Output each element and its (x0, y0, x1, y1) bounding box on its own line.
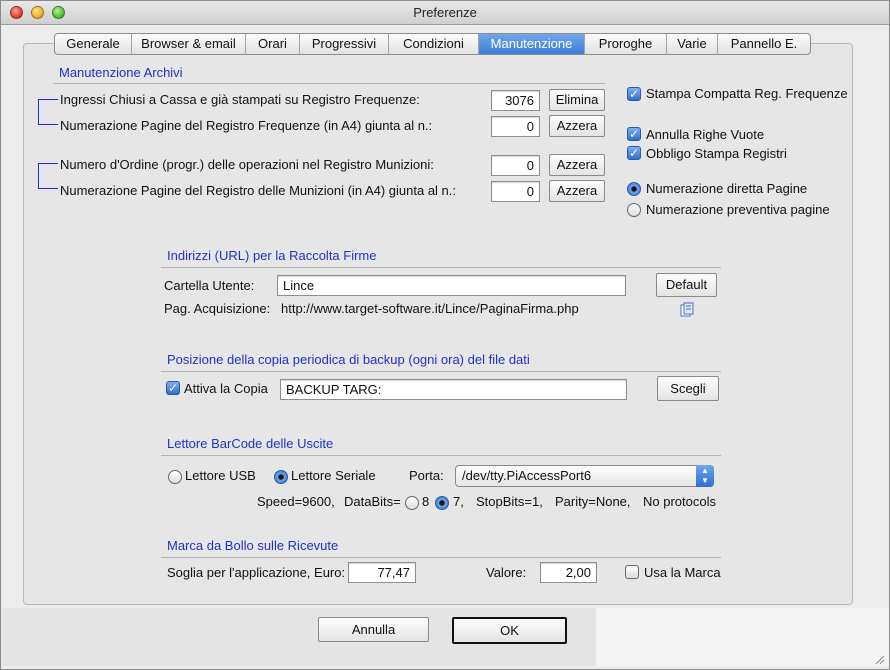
cancel-empty-rows-checkbox[interactable]: ✓ (627, 127, 641, 141)
title-bar: Preferenze (1, 1, 889, 25)
signatures-divider (161, 267, 721, 268)
frequency-pages-field[interactable]: 0 (491, 116, 540, 137)
use-stamp-checkbox[interactable] (625, 565, 639, 579)
tab-bar: Generale Browser & email Orari Progressi… (54, 33, 811, 55)
usb-reader-label: Lettore USB (185, 468, 256, 483)
tab-proroghe[interactable]: Proroghe (585, 34, 667, 54)
port-select[interactable]: /dev/tty.PiAccessPort6 ▲ ▼ (455, 465, 714, 487)
port-select-value: /dev/tty.PiAccessPort6 (462, 468, 592, 483)
reset-frequency-pages-button[interactable]: Azzera (549, 115, 605, 137)
databits-8-radio[interactable] (405, 496, 419, 510)
ammo-order-field[interactable]: 0 (491, 155, 540, 176)
parity-text: Parity=None, (555, 494, 631, 509)
databits-7-label: 7, (453, 494, 464, 509)
reset-ammo-pages-button[interactable]: Azzera (549, 180, 605, 202)
tab-generale[interactable]: Generale (55, 34, 132, 54)
tab-manutenzione[interactable]: Manutenzione (479, 34, 585, 54)
cancel-button[interactable]: Annulla (318, 617, 429, 642)
acquisition-label: Pag. Acquisizione: (164, 301, 271, 316)
closed-entries-label: Ingressi Chiusi a Cassa e già stampati s… (60, 92, 420, 107)
use-stamp-label: Usa la Marca (644, 565, 721, 580)
cancel-empty-rows-label: Annulla Righe Vuote (646, 127, 765, 142)
backup-path-field[interactable]: BACKUP TARG: (280, 379, 627, 400)
stamp-section-title: Marca da Bollo sulle Ricevute (167, 538, 339, 553)
preventive-numbering-label: Numerazione preventiva pagine (646, 202, 830, 217)
stamp-value-field[interactable]: 2,00 (540, 562, 597, 583)
maintenance-divider (53, 83, 605, 84)
tab-varie[interactable]: Varie (667, 34, 718, 54)
threshold-label: Soglia per l'applicazione, Euro: (167, 565, 346, 580)
user-folder-field[interactable]: Lince (277, 275, 626, 296)
backup-section-title: Posizione della copia periodica di backu… (167, 352, 530, 367)
footer-right-area (596, 608, 889, 666)
databits-7-radio[interactable] (435, 496, 449, 510)
speed-text: Speed=9600, (257, 494, 335, 509)
compact-print-label: Stampa Compatta Reg. Frequenze (646, 86, 848, 101)
barcode-section-title: Lettore BarCode delle Uscite (167, 436, 334, 451)
databits-label: DataBits= (344, 494, 401, 509)
delete-closed-entries-button[interactable]: Elimina (549, 89, 605, 111)
signatures-section-title: Indirizzi (URL) per la Raccolta Firme (167, 248, 377, 263)
direct-numbering-radio[interactable] (627, 182, 641, 196)
user-folder-label: Cartella Utente: (164, 278, 255, 293)
chevron-updown-icon: ▲ ▼ (696, 465, 714, 487)
frequency-pages-label: Numerazione Pagine del Registro Frequenz… (60, 118, 433, 133)
reset-ammo-order-button[interactable]: Azzera (549, 154, 605, 176)
preferences-window: Preferenze Generale Browser & email Orar… (0, 0, 890, 670)
mandatory-print-label: Obbligo Stampa Registri (646, 146, 787, 161)
frequency-register-bracket (38, 99, 58, 125)
copy-icon[interactable] (680, 302, 694, 317)
ammo-order-label: Numero d'Ordine (progr.) delle operazion… (60, 157, 434, 172)
stamp-value-label: Valore: (486, 565, 527, 580)
stamp-divider (161, 557, 721, 558)
ammo-pages-field[interactable]: 0 (491, 181, 540, 202)
tab-condizioni[interactable]: Condizioni (389, 34, 479, 54)
threshold-field[interactable]: 77,47 (348, 562, 416, 583)
mandatory-print-checkbox[interactable]: ✓ (627, 146, 641, 160)
barcode-divider (161, 455, 721, 456)
serial-reader-label: Lettore Seriale (291, 468, 376, 483)
stopbits-text: StopBits=1, (476, 494, 543, 509)
tab-pannello-e[interactable]: Pannello E. (718, 34, 810, 54)
resize-grip-icon[interactable] (873, 653, 885, 665)
default-button[interactable]: Default (656, 273, 717, 297)
tab-progressivi[interactable]: Progressivi (300, 34, 389, 54)
tab-orari[interactable]: Orari (246, 34, 300, 54)
maintenance-section-title: Manutenzione Archivi (59, 65, 183, 80)
choose-backup-button[interactable]: Scegli (657, 376, 719, 401)
backup-divider (161, 371, 721, 372)
direct-numbering-label: Numerazione diretta Pagine (646, 181, 808, 196)
ok-button[interactable]: OK (452, 617, 567, 644)
ammo-register-bracket (38, 163, 58, 189)
preventive-numbering-radio[interactable] (627, 203, 641, 217)
serial-reader-radio[interactable] (274, 470, 288, 484)
port-label: Porta: (409, 468, 444, 483)
tab-browser-email[interactable]: Browser & email (132, 34, 246, 54)
window-title: Preferenze (413, 5, 477, 20)
closed-entries-field[interactable]: 3076 (491, 90, 540, 111)
compact-print-checkbox[interactable]: ✓ (627, 87, 641, 101)
databits-8-label: 8 (422, 494, 430, 509)
ammo-pages-label: Numerazione Pagine del Registro delle Mu… (60, 183, 456, 198)
protocol-text: No protocols (643, 494, 716, 509)
acquisition-url: http://www.target-software.it/Lince/Pagi… (281, 301, 579, 316)
enable-backup-checkbox[interactable]: ✓ (166, 381, 180, 395)
footer-bar (1, 608, 889, 666)
enable-backup-label: Attiva la Copia (184, 381, 268, 396)
usb-reader-radio[interactable] (168, 470, 182, 484)
